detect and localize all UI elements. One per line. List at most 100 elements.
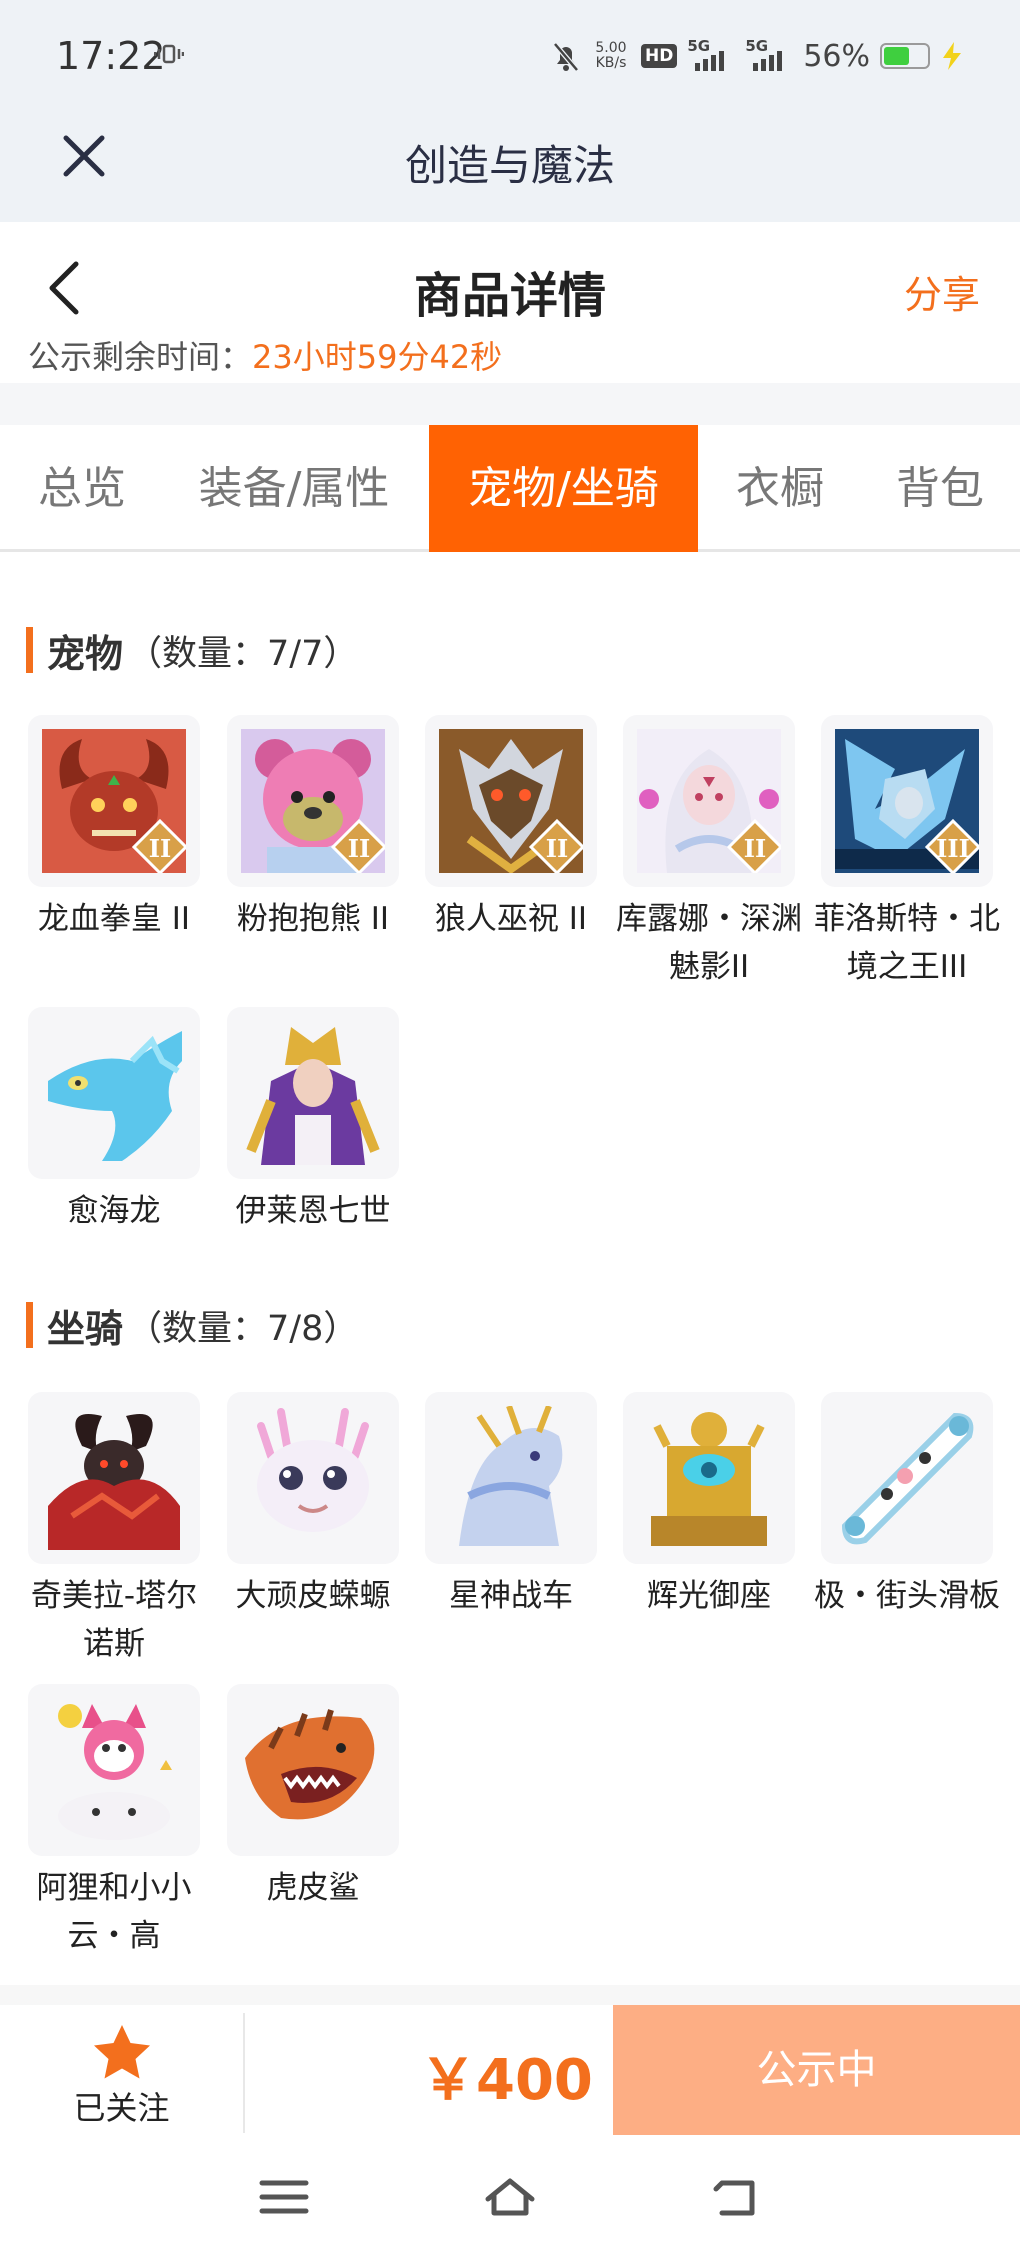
item-label: 极・街头滑板 bbox=[814, 1578, 1000, 1614]
net-speed-unit: KB/s bbox=[595, 55, 627, 71]
grid-item[interactable]: 伊莱恩七世 bbox=[227, 1007, 399, 1235]
section-gap bbox=[0, 383, 1020, 425]
bell-off-icon bbox=[553, 42, 579, 72]
mounts-section-title: 坐骑 （数量：7/8） bbox=[26, 1300, 359, 1351]
item-thumbnail[interactable] bbox=[425, 1392, 597, 1564]
section-accent-bar bbox=[26, 627, 33, 673]
price: ￥400 bbox=[420, 2048, 593, 2113]
follow-label: 已关注 bbox=[73, 2089, 170, 2127]
share-button[interactable]: 分享 bbox=[904, 264, 980, 319]
item-label: 菲洛斯特・北境之王III bbox=[814, 901, 1000, 985]
axolotl-icon bbox=[241, 1406, 385, 1550]
tab-pets-mounts[interactable]: 宠物/坐骑 bbox=[429, 425, 698, 552]
item-label: 辉光御座 bbox=[647, 1578, 771, 1614]
fox-cloud-icon bbox=[42, 1698, 186, 1842]
item-label: 伊莱恩七世 bbox=[235, 1193, 391, 1229]
red-dragon-icon: II bbox=[42, 729, 186, 873]
grade-badge-text: III bbox=[936, 834, 970, 863]
public-status-button[interactable]: 公示中 bbox=[613, 2005, 1020, 2135]
page-header: 商品详情 分享 bbox=[0, 222, 1020, 347]
grid-item[interactable]: 辉光御座 bbox=[623, 1392, 795, 1620]
star-chariot-icon bbox=[439, 1406, 583, 1550]
item-thumbnail[interactable] bbox=[623, 1392, 795, 1564]
item-thumbnail[interactable] bbox=[28, 1684, 200, 1856]
bottom-gap bbox=[0, 1985, 1020, 2005]
grid-item[interactable]: 愈海龙 bbox=[28, 1007, 200, 1235]
grid-item[interactable]: 星神战车 bbox=[425, 1392, 597, 1620]
item-thumbnail[interactable]: II bbox=[227, 715, 399, 887]
pets-section-title: 宠物 （数量：7/7） bbox=[26, 625, 359, 676]
item-thumbnail[interactable]: III bbox=[821, 715, 993, 887]
vibrate-icon bbox=[154, 44, 184, 64]
tiger-shark-icon bbox=[241, 1698, 385, 1842]
ice-king-icon: III bbox=[835, 729, 979, 873]
grade-badge-text: II bbox=[348, 834, 370, 863]
system-nav-bar bbox=[0, 2135, 1020, 2255]
app-title: 创造与魔法 bbox=[404, 141, 615, 190]
item-label: 阿狸和小小云・高 bbox=[36, 1870, 192, 1954]
item-thumbnail[interactable]: II bbox=[623, 715, 795, 887]
status-time: 17:22 bbox=[56, 34, 166, 78]
public-timer: 公示剩余时间：23小时59分42秒 bbox=[28, 332, 502, 372]
signal-icon: 5G bbox=[687, 37, 735, 71]
werewolf-icon: II bbox=[439, 729, 583, 873]
item-thumbnail[interactable] bbox=[227, 1392, 399, 1564]
net-speed-value: 5.00 bbox=[595, 40, 627, 56]
item-thumbnail[interactable] bbox=[821, 1392, 993, 1564]
pets-count: （数量：7/7） bbox=[127, 633, 359, 674]
grade-badge-text: II bbox=[744, 834, 766, 863]
grid-item[interactable]: III 菲洛斯特・北境之王III bbox=[814, 715, 1000, 991]
star-icon bbox=[94, 2025, 150, 2079]
item-thumbnail[interactable] bbox=[28, 1007, 200, 1179]
tab-wardrobe[interactable]: 衣橱 bbox=[708, 425, 852, 552]
bottom-action-bar: 已关注 ￥400 公示中 bbox=[0, 2005, 1020, 2135]
item-label: 狼人巫祝 II bbox=[434, 901, 588, 937]
tab-equipment[interactable]: 装备/属性 bbox=[170, 425, 418, 552]
sea-dragon-icon bbox=[42, 1021, 186, 1165]
item-thumbnail[interactable] bbox=[28, 1392, 200, 1564]
grade-badge-text: II bbox=[546, 834, 568, 863]
status-indicators: 5.00 KB/s HD 5G 5G 56% bbox=[551, 34, 964, 78]
grid-item[interactable]: 大顽皮蝾螈 bbox=[227, 1392, 399, 1620]
signal-label: 5G bbox=[687, 37, 711, 55]
grid-item[interactable]: 阿狸和小小云・高 bbox=[28, 1684, 200, 1960]
grid-item[interactable]: II 龙血拳皇 II bbox=[28, 715, 200, 943]
grid-item[interactable]: II 粉抱抱熊 II bbox=[227, 715, 399, 943]
chimera-icon bbox=[42, 1406, 186, 1550]
net-speed: 5.00 KB/s bbox=[591, 41, 631, 71]
status-bar: 17:22 5.00 KB/s HD 5G 5G 56% bbox=[0, 0, 1020, 110]
item-label: 龙血拳皇 II bbox=[37, 901, 191, 937]
tab-bar: 总览 装备/属性 宠物/坐骑 衣橱 背包 bbox=[0, 425, 1020, 552]
grid-item[interactable]: II 库露娜・深渊魅影II bbox=[616, 715, 802, 991]
item-thumbnail[interactable]: II bbox=[425, 715, 597, 887]
item-label: 愈海龙 bbox=[67, 1193, 161, 1229]
battery-percent: 56% bbox=[803, 38, 870, 74]
item-label: 星神战车 bbox=[449, 1578, 573, 1614]
item-label: 大顽皮蝾螈 bbox=[235, 1578, 391, 1614]
menu-icon[interactable] bbox=[258, 2175, 310, 2219]
back-icon[interactable] bbox=[710, 2175, 762, 2219]
grid-item[interactable]: II 狼人巫祝 II bbox=[425, 715, 597, 943]
pink-bear-icon: II bbox=[241, 729, 385, 873]
mounts-title: 坐骑 bbox=[47, 1306, 124, 1351]
item-thumbnail[interactable]: II bbox=[28, 715, 200, 887]
item-label: 奇美拉-塔尔诺斯 bbox=[30, 1578, 198, 1662]
mounts-count: （数量：7/8） bbox=[127, 1308, 359, 1349]
follow-button[interactable]: 已关注 bbox=[0, 2005, 243, 2135]
grid-item[interactable]: 奇美拉-塔尔诺斯 bbox=[28, 1392, 200, 1668]
grid-item[interactable]: 虎皮鲨 bbox=[227, 1684, 399, 1912]
tab-overview[interactable]: 总览 bbox=[8, 425, 156, 552]
pharaoh-icon bbox=[241, 1021, 385, 1165]
bottom-divider bbox=[243, 2013, 245, 2133]
grid-item[interactable]: 极・街头滑板 bbox=[814, 1392, 1000, 1620]
app-root: 17:22 5.00 KB/s HD 5G 5G 56% 创造与魔法 商品详情 … bbox=[0, 0, 1020, 2255]
item-thumbnail[interactable] bbox=[227, 1007, 399, 1179]
tab-backpack[interactable]: 背包 bbox=[866, 425, 1014, 552]
page-title: 商品详情 bbox=[413, 268, 606, 324]
home-icon[interactable] bbox=[484, 2175, 536, 2219]
item-thumbnail[interactable] bbox=[227, 1684, 399, 1856]
timer-label: 公示剩余时间： bbox=[28, 338, 253, 372]
signal-icon-2: 5G bbox=[745, 37, 793, 71]
item-label: 库露娜・深渊魅影II bbox=[616, 901, 802, 985]
signal-label-2: 5G bbox=[745, 37, 769, 55]
